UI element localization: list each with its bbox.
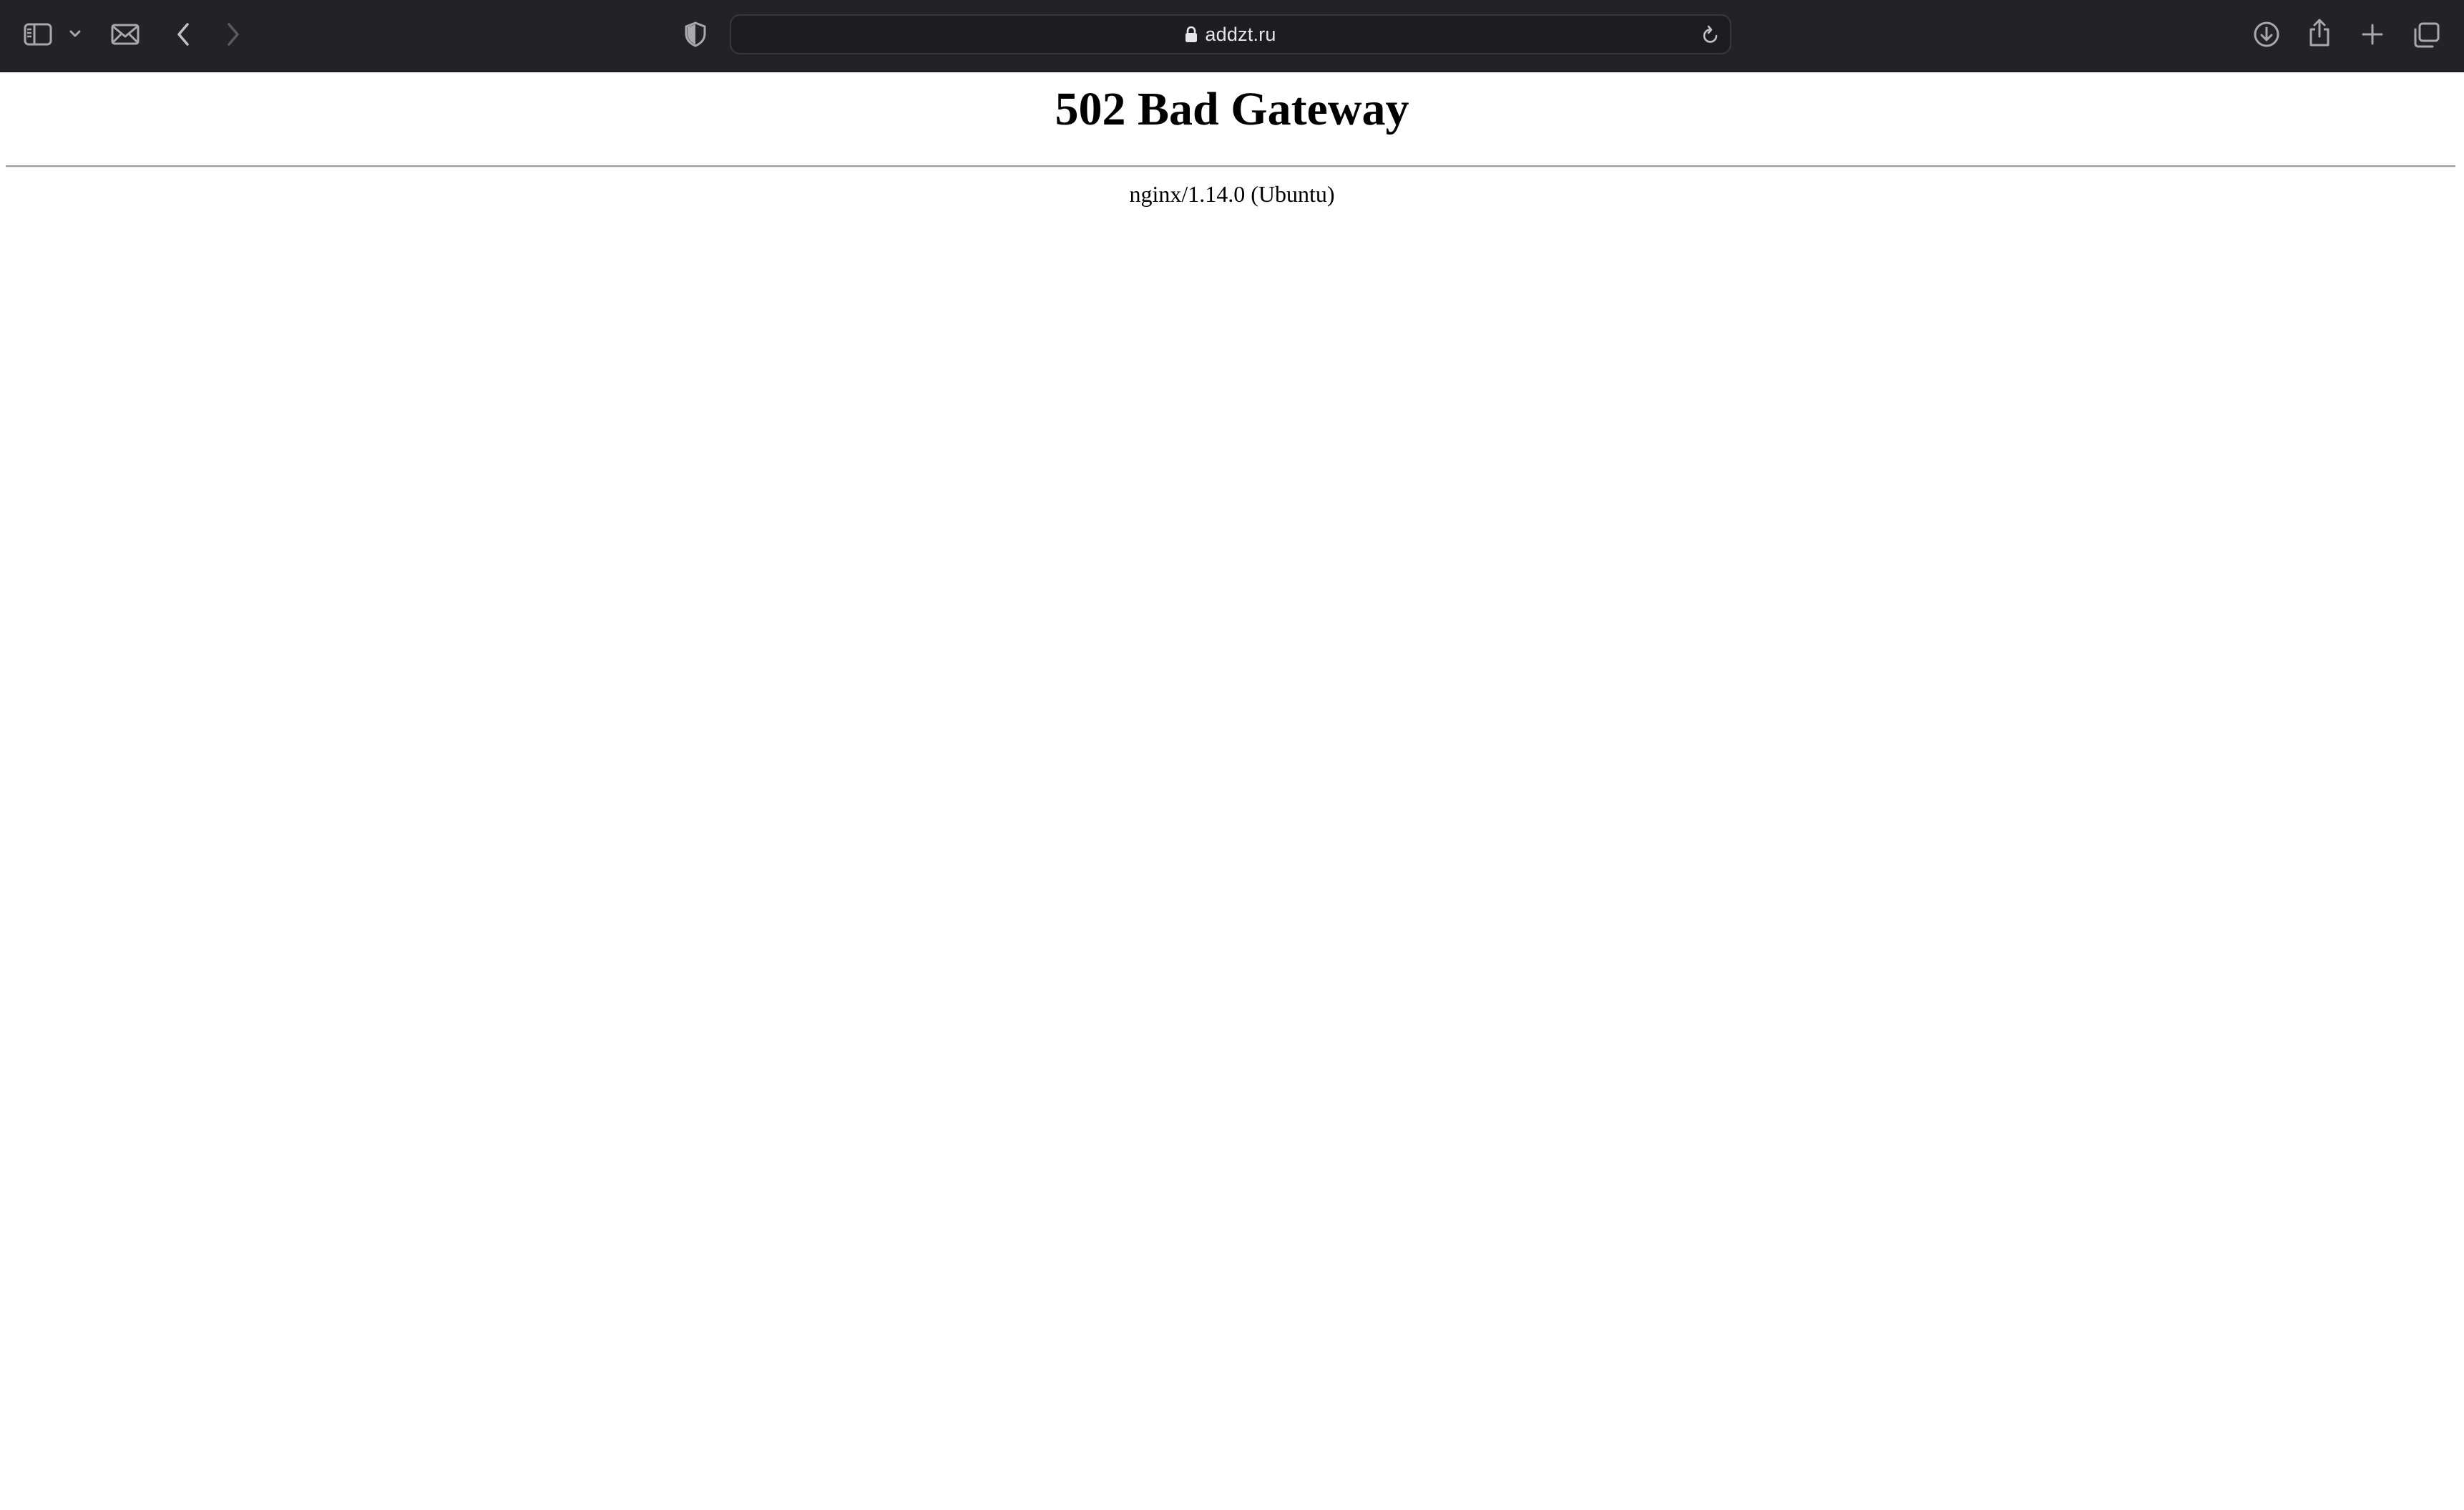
lock-icon xyxy=(1185,26,1198,42)
address-bar[interactable]: addzt.ru xyxy=(730,14,1731,54)
forward-button[interactable] xyxy=(220,19,246,50)
shield-icon[interactable] xyxy=(681,19,710,50)
server-signature: nginx/1.14.0 (Ubuntu) xyxy=(1129,181,1335,207)
page-content: 502 Bad Gateway nginx/1.14.0 (Ubuntu) xyxy=(0,72,2464,1510)
chevron-down-icon[interactable] xyxy=(66,24,84,43)
download-icon[interactable] xyxy=(2251,19,2282,50)
tabs-icon[interactable] xyxy=(2411,20,2441,50)
chevron-right-icon xyxy=(228,23,239,46)
browser-toolbar: addzt.ru xyxy=(0,0,2464,72)
horizontal-rule xyxy=(6,165,2455,167)
back-button[interactable] xyxy=(170,19,196,50)
chevron-left-icon xyxy=(177,23,189,46)
page-title: 502 Bad Gateway xyxy=(1055,83,1409,135)
sidebar-icon[interactable] xyxy=(21,20,54,49)
envelope-icon[interactable] xyxy=(109,20,142,49)
share-icon[interactable] xyxy=(2305,16,2334,50)
reload-icon[interactable] xyxy=(1698,23,1723,47)
url-text: addzt.ru xyxy=(1205,23,1276,45)
plus-icon[interactable] xyxy=(2358,20,2387,49)
